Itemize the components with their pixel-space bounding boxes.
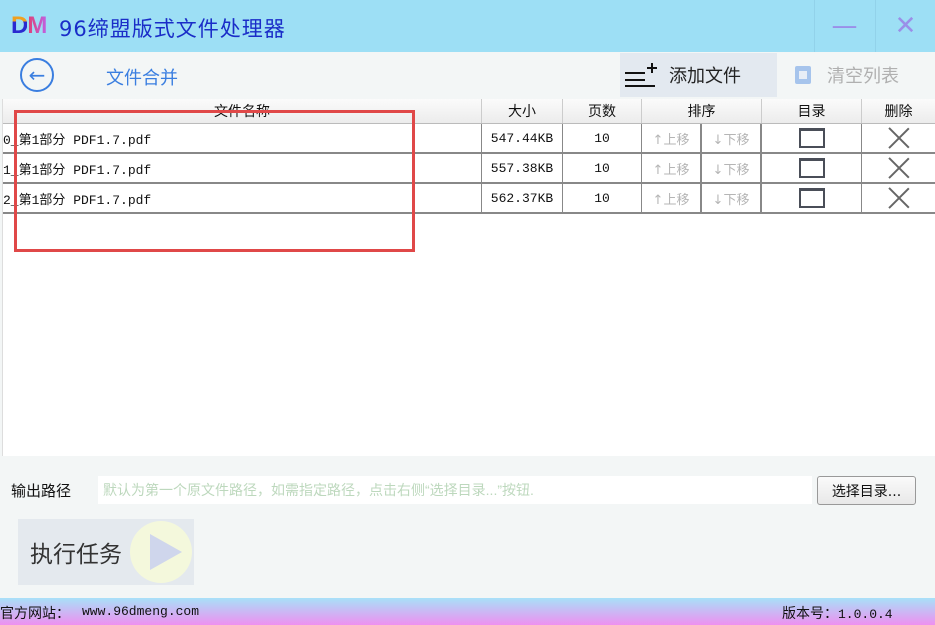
status-bar: 官方网站： www.96dmeng.com 版本号：1.0.0.4 bbox=[0, 598, 935, 625]
move-down-button[interactable]: ↓下移 bbox=[702, 184, 762, 212]
file-name: 0_第1部分 PDF1.7.pdf bbox=[3, 124, 482, 152]
delete-button[interactable] bbox=[862, 184, 935, 212]
move-up-button[interactable]: ↑上移 bbox=[642, 124, 702, 152]
back-arrow-icon: ← bbox=[28, 63, 46, 87]
delete-icon bbox=[888, 127, 910, 149]
minimize-icon: — bbox=[831, 11, 858, 41]
minimize-button[interactable]: — bbox=[814, 0, 874, 52]
delete-icon bbox=[888, 187, 910, 209]
close-button[interactable]: ✕ bbox=[875, 0, 935, 52]
run-task-label: 执行任务 bbox=[30, 542, 122, 568]
page-count: 10 bbox=[563, 154, 642, 182]
move-down-button[interactable]: ↓下移 bbox=[702, 124, 762, 152]
logo-d: D bbox=[11, 12, 28, 39]
version-label: 版本号： bbox=[782, 606, 838, 622]
header-sort[interactable]: 排序 bbox=[642, 99, 762, 123]
header-delete[interactable]: 删除 bbox=[862, 99, 935, 123]
header-name[interactable]: 文件名称 bbox=[3, 99, 482, 123]
open-directory-button[interactable] bbox=[762, 154, 862, 182]
app-logo: DM bbox=[11, 12, 47, 40]
delete-button[interactable] bbox=[862, 154, 935, 182]
header-pages[interactable]: 页数 bbox=[563, 99, 642, 123]
move-down-button[interactable]: ↓下移 bbox=[702, 154, 762, 182]
file-name: 2_第1部分 PDF1.7.pdf bbox=[3, 184, 482, 212]
add-file-button[interactable]: 添加文件 bbox=[620, 53, 777, 97]
open-directory-button[interactable] bbox=[762, 124, 862, 152]
close-icon: ✕ bbox=[894, 11, 917, 41]
folder-icon bbox=[798, 128, 825, 148]
version-number: 1.0.0.4 bbox=[838, 607, 893, 622]
trash-icon bbox=[795, 66, 811, 84]
output-path-label: 输出路径 bbox=[11, 482, 72, 500]
choose-directory-button[interactable]: 选择目录... bbox=[817, 476, 916, 505]
table-row[interactable]: 1_第1部分 PDF1.7.pdf 557.38KB 10 ↑上移 ↓下移 bbox=[3, 154, 935, 184]
title-bar: DM 96缔盟版式文件处理器 — ✕ bbox=[0, 0, 935, 52]
table-row[interactable]: 0_第1部分 PDF1.7.pdf 547.44KB 10 ↑上移 ↓下移 bbox=[3, 124, 935, 154]
open-directory-button[interactable] bbox=[762, 184, 862, 212]
delete-icon bbox=[888, 157, 910, 179]
run-task-button[interactable]: 执行任务 bbox=[18, 519, 194, 585]
clear-list-button[interactable]: 清空列表 bbox=[790, 53, 935, 97]
play-icon bbox=[130, 521, 192, 583]
header-size[interactable]: 大小 bbox=[482, 99, 563, 123]
website-link[interactable]: www.96dmeng.com bbox=[82, 604, 199, 619]
table-header: 文件名称 大小 页数 排序 目录 删除 bbox=[3, 99, 935, 124]
file-size: 562.37KB bbox=[482, 184, 563, 212]
file-table: 文件名称 大小 页数 排序 目录 删除 0_第1部分 PDF1.7.pdf 54… bbox=[2, 99, 935, 456]
table-row[interactable]: 2_第1部分 PDF1.7.pdf 562.37KB 10 ↑上移 ↓下移 bbox=[3, 184, 935, 214]
logo-m: M bbox=[27, 12, 47, 39]
move-up-button[interactable]: ↑上移 bbox=[642, 154, 702, 182]
header-dir[interactable]: 目录 bbox=[762, 99, 862, 123]
file-size: 547.44KB bbox=[482, 124, 563, 152]
clear-list-label: 清空列表 bbox=[827, 66, 899, 87]
move-up-button[interactable]: ↑上移 bbox=[642, 184, 702, 212]
delete-button[interactable] bbox=[862, 124, 935, 152]
page-count: 10 bbox=[563, 124, 642, 152]
add-list-icon bbox=[625, 63, 657, 87]
website-label: 官方网站： bbox=[0, 606, 70, 622]
file-size: 557.38KB bbox=[482, 154, 563, 182]
folder-icon bbox=[798, 188, 825, 208]
app-title: 96缔盟版式文件处理器 bbox=[59, 17, 286, 41]
file-name: 1_第1部分 PDF1.7.pdf bbox=[3, 154, 482, 182]
toolbar: ← 文件合并 添加文件 清空列表 bbox=[0, 52, 935, 98]
folder-icon bbox=[798, 158, 825, 178]
back-button[interactable]: ← bbox=[20, 58, 54, 92]
version-info: 版本号：1.0.0.4 bbox=[782, 603, 893, 623]
add-file-label: 添加文件 bbox=[669, 66, 741, 87]
page-title: 文件合并 bbox=[106, 68, 178, 89]
output-path-input[interactable] bbox=[98, 476, 812, 504]
page-count: 10 bbox=[563, 184, 642, 212]
